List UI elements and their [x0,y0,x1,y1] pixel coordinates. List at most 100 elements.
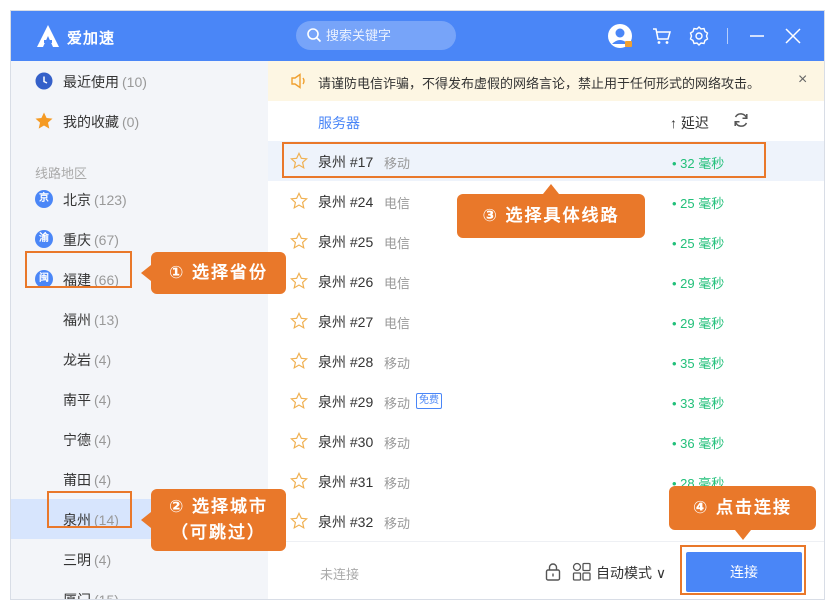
search-icon [307,28,322,43]
star-outline-icon[interactable] [290,432,308,450]
minimize-icon[interactable] [746,25,768,47]
callout-step2-text: ② 选择城市 [168,497,269,516]
server-name: 泉州 #25 [318,234,374,250]
sidebar-item-count: (4) [94,472,112,488]
server-name: 泉州 #30 [318,434,374,450]
sidebar-item-longyan[interactable]: 龙岩 (4) [11,339,268,379]
server-list-header: 服务器 ↑ 延迟 [268,101,824,141]
sidebar-item-label: 龙岩 [63,352,91,368]
mode-grid-icon[interactable] [572,562,592,582]
star-outline-icon[interactable] [290,272,308,290]
server-latency: • 29 毫秒 [672,276,725,291]
sidebar-item-label: 我的收藏 [63,114,119,130]
server-isp: 电信 [384,236,411,251]
server-isp: 移动 [384,356,411,371]
sidebar-item-favorites[interactable]: 我的收藏 (0) [11,101,268,141]
sidebar-item-label: 最近使用 [63,74,119,90]
star-outline-icon[interactable] [290,192,308,210]
close-icon[interactable] [782,25,804,47]
server-latency: • 25 毫秒 [672,236,725,251]
sidebar-item-count: (0) [122,114,140,130]
sidebar-item-label: 重庆 [63,232,91,248]
sidebar-item-fuzhou[interactable]: 福州 (13) [11,299,268,339]
sidebar-item-count: (10) [122,74,147,90]
server-latency: • 36 毫秒 [672,436,725,451]
column-latency-sort[interactable]: ↑ 延迟 [670,113,709,133]
server-row[interactable]: 泉州 #26 电信 • 29 毫秒 [268,261,824,301]
callout-step3: ③ 选择具体线路 [457,184,645,238]
sidebar-item-count: (4) [94,352,112,368]
sidebar-item-count: (4) [94,552,112,568]
server-isp: 电信 [384,196,411,211]
sidebar-item-label: 莆田 [63,472,91,488]
server-row[interactable]: 泉州 #27 电信 • 29 毫秒 [268,301,824,341]
notice-close-button[interactable]: × [798,71,807,89]
server-latency: • 25 毫秒 [672,196,725,211]
server-name: 泉州 #28 [318,354,374,370]
sidebar-item-count: (4) [94,392,112,408]
server-row[interactable]: 泉州 #28 移动 • 35 毫秒 [268,341,824,381]
sidebar-item-count: (123) [94,192,127,208]
refresh-icon[interactable] [732,111,750,129]
app-logo-icon [37,25,59,47]
mode-select[interactable]: 自动模式 ∨ [596,563,666,583]
star-outline-icon[interactable] [290,392,308,410]
lock-icon[interactable] [544,562,562,582]
sidebar-item-label: 厦门 [63,592,91,600]
region-badge-icon: 京 [35,190,53,208]
clock-icon [35,72,53,90]
sidebar-item-ningde[interactable]: 宁德 (4) [11,419,268,459]
callout-step2-subtext: （可跳过） [171,523,266,542]
server-isp: 移动 [384,516,411,531]
server-name: 泉州 #27 [318,314,374,330]
speaker-icon [291,73,305,89]
cart-icon[interactable] [651,25,673,47]
sidebar-item-count: (67) [94,232,119,248]
column-server-header[interactable]: 服务器 [318,113,360,133]
server-row[interactable]: 泉州 #29 移动 免费 • 33 毫秒 [268,381,824,421]
server-name: 泉州 #31 [318,474,374,490]
server-row[interactable]: 泉州 #30 移动 • 36 毫秒 [268,421,824,461]
region-badge-icon: 渝 [35,230,53,248]
sidebar-item-nanping[interactable]: 南平 (4) [11,379,268,419]
star-outline-icon[interactable] [290,472,308,490]
server-latency: • 35 毫秒 [672,356,725,371]
highlight-connect-button [680,545,806,595]
highlight-province [25,251,132,288]
server-isp: 电信 [384,316,411,331]
search-box[interactable] [296,21,456,50]
server-isp: 电信 [384,276,411,291]
sidebar-item-label: 三明 [63,552,91,568]
sidebar-item-count: (15) [94,592,119,600]
callout-step3-text: ③ 选择具体线路 [482,206,620,225]
user-avatar-icon[interactable] [607,23,633,49]
callout-step4: ④ 点击连接 [669,486,816,540]
sidebar-item-beijing[interactable]: 京 北京 (123) [11,179,268,219]
callout-step1-text: ① 选择省份 [168,263,269,282]
server-isp: 移动 [384,396,411,411]
server-isp: 移动 [384,476,411,491]
callout-step2: ② 选择城市 （可跳过） [141,489,286,551]
server-latency: • 33 毫秒 [672,396,725,411]
connection-status: 未连接 [320,567,360,582]
gear-icon[interactable] [688,25,710,47]
sidebar-item-xiamen[interactable]: 厦门 (15) [11,579,268,600]
sidebar-item-count: (4) [94,432,112,448]
star-outline-icon[interactable] [290,352,308,370]
server-latency: • 29 毫秒 [672,316,725,331]
server-name: 泉州 #32 [318,514,374,530]
sidebar-item-count: (13) [94,312,119,328]
star-outline-icon[interactable] [290,512,308,530]
search-input[interactable] [326,25,446,46]
callout-step4-text: ④ 点击连接 [692,498,793,517]
star-outline-icon[interactable] [290,312,308,330]
sidebar-item-label: 福州 [63,312,91,328]
star-outline-icon[interactable] [290,232,308,250]
server-name: 泉州 #26 [318,274,374,290]
sidebar-item-recent[interactable]: 最近使用 (10) [11,61,268,101]
star-icon [35,112,53,129]
highlight-server-row [282,142,766,178]
app-window: 爱加速 搜索关键字 最近使用 (10) 我的收藏 (0) 线路地区 京 北京 (… [10,10,825,600]
callout-step1: ① 选择省份 [141,252,286,294]
app-title: 爱加速 [67,30,116,47]
